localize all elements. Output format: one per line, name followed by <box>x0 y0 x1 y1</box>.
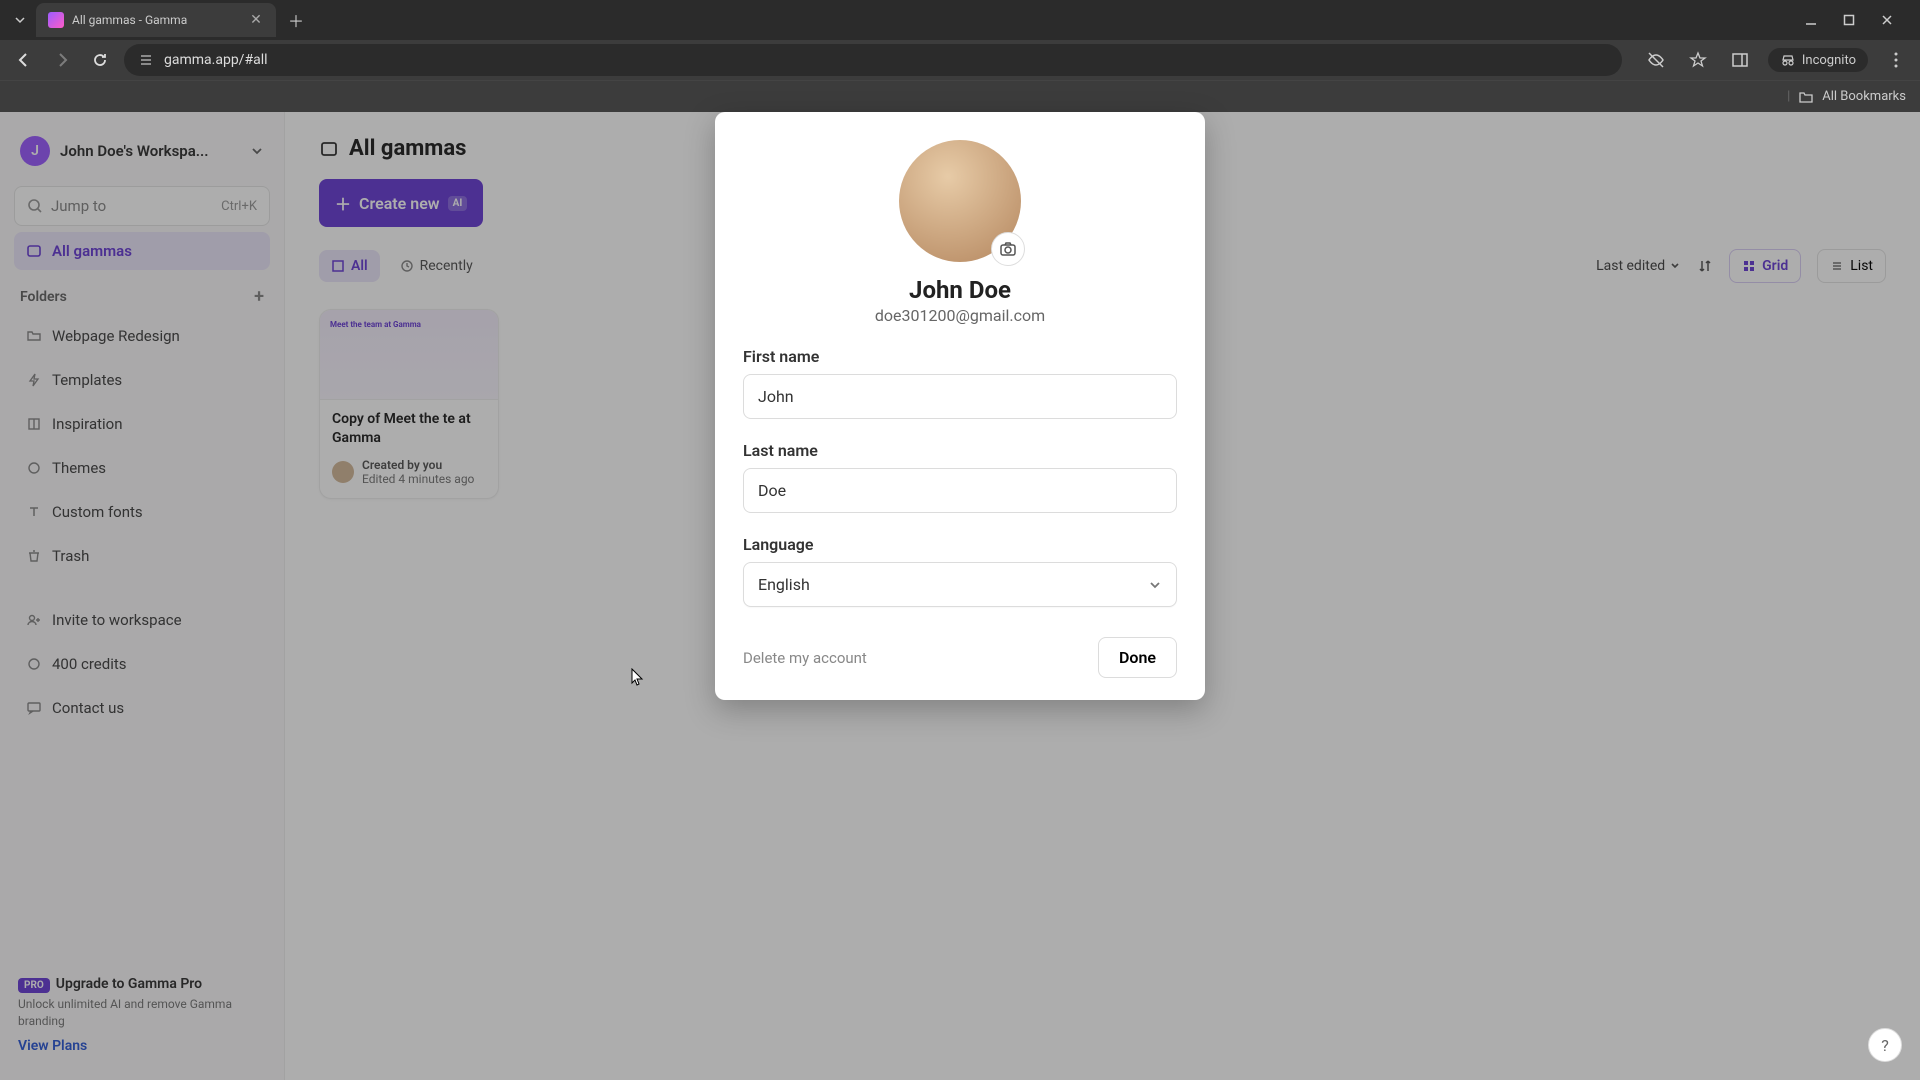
account-settings-modal: John Doe doe301200@gmail.com First name … <box>715 112 1205 700</box>
incognito-icon <box>1780 52 1796 68</box>
kebab-menu-icon[interactable] <box>1882 46 1910 74</box>
language-label: Language <box>743 535 1177 554</box>
maximize-icon[interactable] <box>1840 11 1858 29</box>
reload-icon[interactable] <box>86 46 114 74</box>
address-bar[interactable]: gamma.app/#all <box>124 44 1622 76</box>
chevron-down-icon <box>1148 578 1162 592</box>
user-display-name: John Doe <box>743 276 1177 304</box>
folder-icon <box>1798 89 1814 105</box>
url-text: gamma.app/#all <box>164 52 268 68</box>
last-name-input[interactable] <box>743 468 1177 513</box>
forward-icon[interactable] <box>48 46 76 74</box>
language-select[interactable]: English <box>743 562 1177 607</box>
tabs-dropdown[interactable] <box>8 8 32 32</box>
incognito-badge[interactable]: Incognito <box>1768 48 1868 72</box>
last-name-label: Last name <box>743 441 1177 460</box>
first-name-label: First name <box>743 347 1177 366</box>
tab-title: All gammas - Gamma <box>72 13 240 27</box>
side-panel-icon[interactable] <box>1726 46 1754 74</box>
mouse-cursor <box>631 668 645 688</box>
eye-off-icon[interactable] <box>1642 46 1670 74</box>
done-button[interactable]: Done <box>1098 637 1177 678</box>
change-photo-button[interactable] <box>991 232 1025 266</box>
back-icon[interactable] <box>10 46 38 74</box>
help-button[interactable]: ? <box>1868 1028 1902 1062</box>
new-tab-button[interactable]: ＋ <box>282 6 310 34</box>
browser-tab[interactable]: All gammas - Gamma ✕ <box>36 3 276 37</box>
close-window-icon[interactable] <box>1878 11 1896 29</box>
site-info-icon[interactable] <box>138 52 154 68</box>
user-email: doe301200@gmail.com <box>743 306 1177 325</box>
first-name-input[interactable] <box>743 374 1177 419</box>
all-bookmarks-link[interactable]: All Bookmarks <box>1822 89 1906 104</box>
delete-account-link[interactable]: Delete my account <box>743 649 867 667</box>
gamma-favicon <box>48 12 64 28</box>
close-tab-icon[interactable]: ✕ <box>248 12 264 28</box>
bookmark-star-icon[interactable] <box>1684 46 1712 74</box>
camera-icon <box>999 240 1017 258</box>
minimize-icon[interactable] <box>1802 11 1820 29</box>
